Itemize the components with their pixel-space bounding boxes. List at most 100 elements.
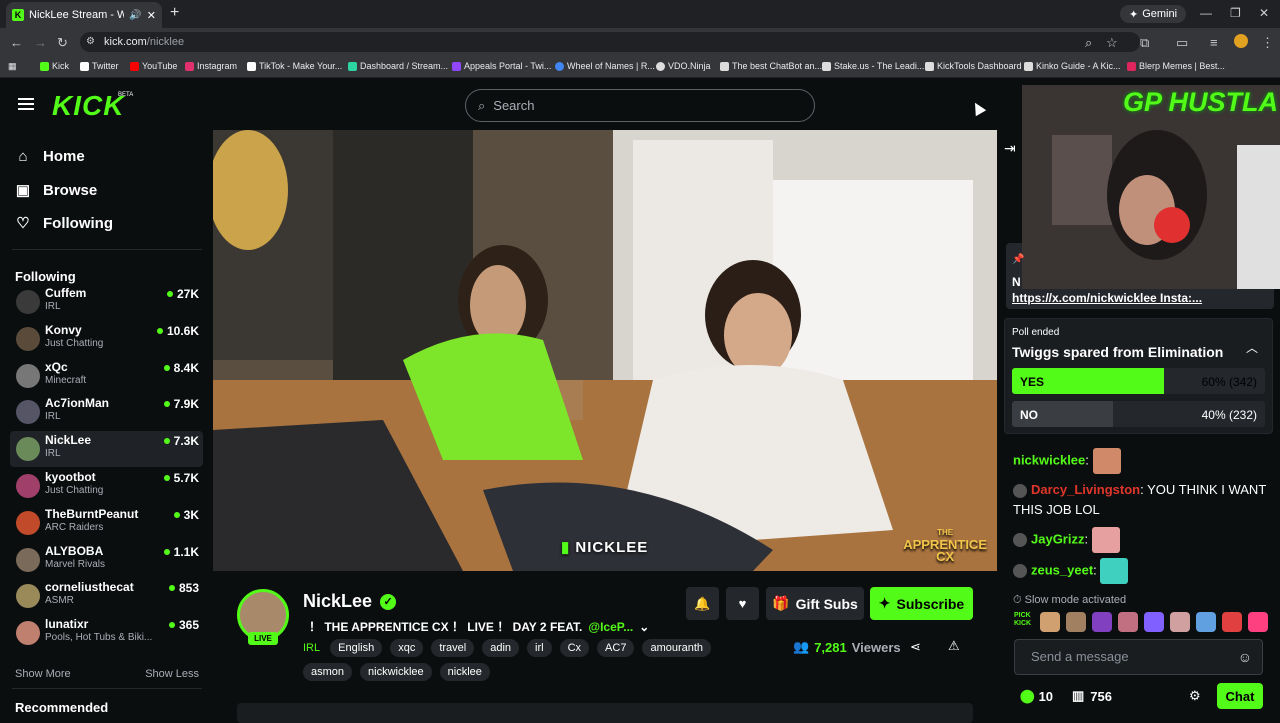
window-close-icon[interactable]: ✕ [1259, 6, 1269, 20]
zoom-icon[interactable]: ⌕ [1085, 35, 1092, 51]
emote-button[interactable] [1092, 612, 1112, 632]
title-mention[interactable]: @IceP... [588, 620, 633, 634]
subscribe-button[interactable]: ✦ Subscribe [870, 587, 973, 620]
bookmark-tiktok[interactable]: TikTok - Make Your... [247, 61, 342, 71]
address-bar[interactable]: kick.com/nicklee [80, 32, 1140, 52]
pinned-link[interactable]: https://x.com/nickwicklee Insta:... [1012, 291, 1202, 305]
back-icon[interactable]: ← [10, 35, 23, 50]
following-item[interactable]: Konvy Just Chatting 10.6K [10, 321, 203, 357]
following-item[interactable]: kyootbot Just Chatting 5.7K [10, 468, 203, 504]
reload-icon[interactable]: ↻ [57, 35, 68, 51]
channel-points[interactable]: ⬤ 10 [1020, 688, 1053, 704]
tag[interactable]: asmon [303, 663, 353, 681]
emote-button[interactable] [1248, 612, 1268, 632]
hamburger-menu-icon[interactable] [18, 98, 34, 110]
gift-subs-button[interactable]: 🎁 Gift Subs [766, 587, 864, 620]
extensions-icon[interactable]: ⧉ [1140, 35, 1149, 51]
following-item[interactable]: ALYBOBA Marvel Rivals 1.1K [10, 542, 203, 578]
tag[interactable]: travel [431, 639, 475, 657]
bookmark-kinko[interactable]: Kinko Guide - A Kic... [1024, 61, 1121, 71]
user-badge [1013, 483, 1027, 498]
kick-logo[interactable]: KICK [52, 90, 124, 122]
notification-button[interactable]: 🔔 [686, 587, 719, 620]
emote-button[interactable] [1144, 612, 1164, 632]
following-item[interactable]: xQc Minecraft 8.4K [10, 358, 203, 394]
bookmark-chatbot[interactable]: The best ChatBot an... [720, 61, 822, 71]
tag[interactable]: xqc [390, 639, 424, 657]
profile-avatar[interactable] [1234, 34, 1248, 48]
tag[interactable]: nicklee [439, 663, 490, 681]
media-icon[interactable]: ≡ [1210, 35, 1218, 50]
chat-input[interactable]: Send a message ☺ [1014, 639, 1263, 675]
bookmark-appeals[interactable]: Appeals Portal - Twi... [452, 61, 551, 71]
chevron-down-icon[interactable]: ⌄ [639, 620, 649, 634]
cast-icon[interactable]: ▭ [1176, 35, 1188, 51]
nav-home[interactable]: ⌂ Home [15, 148, 84, 165]
share-icon[interactable]: ⋖ [910, 639, 921, 655]
follow-button[interactable]: ♥ [726, 587, 759, 620]
emoji-icon[interactable]: ☺ [1238, 649, 1252, 665]
site-info-icon[interactable]: ⚙ [86, 36, 95, 47]
video-frame [213, 130, 997, 571]
tag[interactable]: nickwicklee [360, 663, 432, 681]
collapse-chat-icon[interactable]: ⇥ [1004, 140, 1016, 157]
emote-button[interactable] [1118, 612, 1138, 632]
emote-button[interactable] [1170, 612, 1190, 632]
following-category: IRL [45, 448, 61, 460]
emote-button[interactable] [1040, 612, 1060, 632]
bookmark-vdo[interactable]: VDO.Ninja [656, 61, 711, 71]
forward-icon[interactable]: → [34, 35, 47, 50]
chevron-up-icon[interactable]: ︿ [1246, 339, 1258, 356]
speaker-icon[interactable]: 🔊 [129, 10, 141, 21]
browser-tab[interactable]: K NickLee Stream - Watch Li 🔊 ✕ [6, 2, 162, 28]
bookmark-wheel[interactable]: Wheel of Names | R... [555, 61, 655, 71]
emote-button[interactable] [1066, 612, 1086, 632]
kick-favicon-icon: K [12, 9, 24, 21]
bookmark-twitter[interactable]: Twitter [80, 61, 119, 71]
gemini-button[interactable]: ✦ Gemini [1120, 5, 1187, 23]
following-item[interactable]: Cuffem IRL 27K [10, 284, 203, 320]
channel-name[interactable]: NickLee [303, 591, 372, 612]
bookmark-youtube[interactable]: YouTube [130, 61, 177, 71]
search-icon: ⌕ [478, 97, 486, 113]
bookmark-instagram[interactable]: Instagram [185, 61, 237, 71]
bookmark-blerp[interactable]: Blerp Memes | Best... [1127, 61, 1225, 71]
restore-icon[interactable]: ❐ [1230, 6, 1241, 20]
menu-icon[interactable]: ⋮ [1261, 35, 1274, 51]
store-button[interactable]: ▥ 756 [1072, 688, 1112, 704]
tag[interactable]: adin [482, 639, 520, 657]
following-item[interactable]: lunatixr Pools, Hot Tubs & Biki... 365 [10, 615, 203, 651]
tag[interactable]: Cx [559, 639, 590, 657]
apps-icon[interactable]: ▦ [8, 61, 17, 72]
settings-gear-icon[interactable]: ⚙ [1189, 688, 1201, 704]
bookmark-stake[interactable]: Stake.us - The Leadi... [822, 61, 924, 71]
live-dot-icon [168, 622, 175, 629]
bookmark-kick[interactable]: Kick [40, 61, 69, 71]
following-item[interactable]: NickLee IRL 7.3K [10, 431, 203, 468]
category-link[interactable]: IRL [303, 642, 320, 654]
bookmark-dashboard[interactable]: Dashboard / Stream... [348, 61, 448, 71]
tab-close-icon[interactable]: ✕ [147, 9, 156, 22]
bookmark-kicktools[interactable]: KickTools Dashboard [925, 61, 1022, 71]
emote-pack-label[interactable]: PICK KICK [1014, 612, 1034, 632]
tag[interactable]: English [330, 639, 383, 657]
emote-button[interactable] [1196, 612, 1216, 632]
search-input[interactable]: ⌕ Search [465, 89, 815, 122]
star-icon[interactable]: ☆ [1106, 35, 1118, 51]
tag[interactable]: AC7 [597, 639, 635, 657]
chat-send-button[interactable]: Chat [1217, 683, 1263, 709]
nav-browse[interactable]: ▣ Browse [15, 181, 97, 200]
report-icon[interactable]: ⚠ [948, 638, 960, 654]
following-item[interactable]: corneliusthecat ASMR 853 [10, 578, 203, 614]
tag[interactable]: amouranth [642, 639, 712, 657]
following-item[interactable]: TheBurntPeanut ARC Raiders 3K [10, 505, 203, 541]
following-item[interactable]: Ac7ionMan IRL 7.9K [10, 394, 203, 430]
emote-button[interactable] [1222, 612, 1242, 632]
tag[interactable]: irl [527, 639, 552, 657]
show-less-link[interactable]: Show Less [145, 668, 199, 680]
new-tab-icon[interactable]: + [170, 4, 179, 22]
video-player[interactable]: ▮ NICKLEE THE APPRENTICE CX [213, 130, 997, 571]
nav-following[interactable]: ♡ Following [15, 214, 113, 233]
minimize-icon[interactable]: — [1200, 6, 1212, 20]
show-more-link[interactable]: Show More [15, 668, 71, 680]
